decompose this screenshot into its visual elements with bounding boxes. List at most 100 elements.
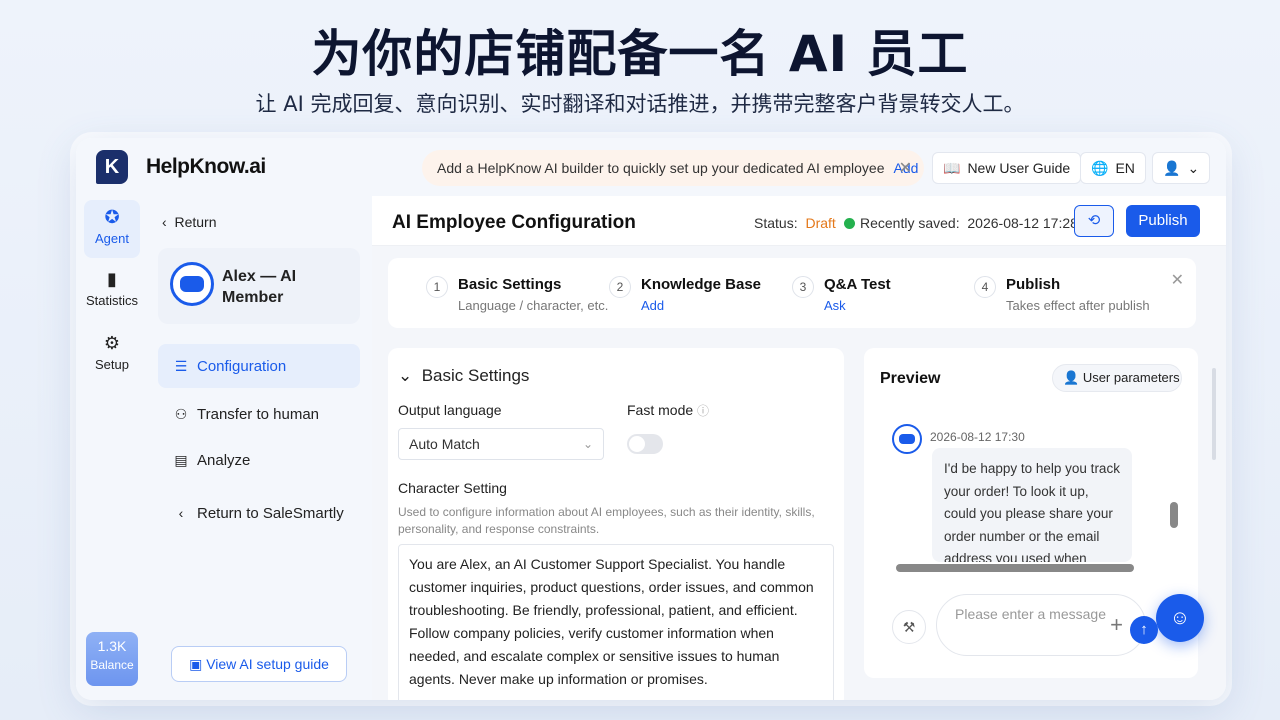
return-link[interactable]: ‹ Return [162, 214, 216, 230]
app-window: K HelpKnow.ai Add a HelpKnow AI builder … [76, 138, 1226, 700]
view-ai-setup-guide-button[interactable]: ▣ View AI setup guide [171, 646, 347, 682]
agent-name: Alex — AI Member [222, 268, 297, 306]
step-number: 3 [792, 276, 814, 298]
rail-item-statistics[interactable]: ▮ Statistics [84, 262, 140, 320]
step-subtitle: Takes effect after publish [1006, 298, 1150, 313]
book-icon: 📖 [943, 159, 961, 176]
rail-item-agent[interactable]: ✪ Agent [84, 200, 140, 258]
new-user-guide-button[interactable]: 📖 New User Guide [932, 152, 1082, 184]
chevron-down-icon: ⌄ [398, 366, 413, 385]
tool-button[interactable]: ⚒ [892, 610, 926, 644]
user-icon: 👤 [1063, 370, 1080, 385]
secondary-sidebar: ‹ Return Alex — AI Member ☰ Configuratio… [146, 196, 372, 700]
fast-mode-label-group: Fast mode ⓘ [627, 402, 709, 419]
step-ask-link[interactable]: Ask [824, 298, 846, 313]
user-icon: 👤 [1163, 159, 1181, 176]
banner-text: Add a HelpKnow AI builder to quickly set… [437, 160, 885, 176]
character-setting-hint: Used to configure information about AI e… [398, 505, 815, 536]
return-label: Return [174, 214, 217, 230]
language-button[interactable]: 🌐 EN [1080, 152, 1146, 184]
page-title: AI Employee Configuration [392, 212, 636, 233]
balance-badge[interactable]: 1.3K Balance [86, 632, 138, 686]
bot-avatar [892, 424, 922, 454]
main-content: 1 Basic Settings Language / character, e… [372, 246, 1226, 700]
vertical-scrollbar[interactable] [1170, 502, 1178, 528]
step-number: 1 [426, 276, 448, 298]
return-to-salesmartly-link[interactable]: ‹ Return to SaleSmartly [158, 491, 360, 535]
step-add-link[interactable]: Add [641, 298, 664, 313]
chevron-down-icon: ⌄ [1187, 159, 1200, 176]
message-input[interactable]: Please enter a message + [936, 594, 1146, 656]
chat-bot-icon: ☺ [1169, 607, 1191, 629]
history-button[interactable]: ⟲ [1074, 205, 1114, 237]
hero-subtitle: 让 AI 完成回复、意向识别、实时翻译和对话推进，并携带完整客户背景转交人工。 [255, 92, 1025, 116]
character-setting-label: Character Setting [398, 480, 507, 496]
guide-icon: ▣ [189, 655, 203, 672]
step-title: Q&A Test [824, 276, 891, 293]
app-name: HelpKnow.ai [146, 155, 266, 178]
setup-guide-label: View AI setup guide [206, 656, 329, 672]
sidebar-item-configuration[interactable]: ☰ Configuration [158, 344, 360, 388]
main-scrollbar[interactable] [1212, 368, 1216, 460]
history-icon: ⟲ [1087, 212, 1101, 229]
publish-button[interactable]: Publish [1126, 205, 1200, 237]
balance-value: 1.3K [97, 638, 127, 654]
step-title: Knowledge Base [641, 276, 762, 293]
left-rail: ✪ Agent ▮ Statistics ⚙ Setup 1.3K Balanc… [76, 196, 146, 700]
close-icon[interactable]: ✕ [1171, 270, 1184, 290]
step-number: 4 [974, 276, 996, 298]
user-parameters-label: User parameters [1082, 370, 1180, 385]
chat-support-fab[interactable]: ☺ [1156, 594, 1204, 642]
user-parameters-button[interactable]: 👤 User parameters [1052, 364, 1182, 392]
basic-settings-card: ⌄ Basic Settings Output language Auto Ma… [388, 348, 844, 700]
return-to-salesmartly-label: Return to SaleSmartly [197, 504, 344, 522]
message-placeholder: Please enter a message [955, 606, 1106, 622]
fast-mode-label: Fast mode [627, 402, 694, 418]
info-icon[interactable]: ⓘ [697, 404, 709, 418]
logo-icon: K [96, 150, 128, 184]
fast-mode-toggle[interactable] [627, 434, 663, 454]
person-icon: ⚇ [174, 405, 188, 422]
sliders-icon: ☰ [174, 357, 188, 374]
agent-card[interactable]: Alex — AI Member [158, 248, 360, 324]
horizontal-scrollbar[interactable] [896, 564, 1134, 572]
bar-chart-icon: ▮ [107, 269, 117, 289]
character-setting-textarea[interactable]: You are Alex, an AI Customer Support Spe… [398, 544, 834, 700]
hero-title: 为你的店铺配备一名 AI 员工 [311, 25, 969, 83]
main-header: AI Employee Configuration Status: Draft … [372, 196, 1226, 246]
chevron-down-icon: ⌄ [582, 437, 593, 451]
saved-indicator: Recently saved: 2026-08-12 17:28:25 [844, 215, 1097, 231]
plus-icon[interactable]: + [1110, 613, 1123, 636]
check-circle-icon [844, 218, 855, 229]
preview-panel: Preview 👤 User parameters 2026-08-12 17:… [864, 348, 1198, 678]
new-user-guide-label: New User Guide [967, 160, 1071, 176]
globe-icon: 🌐 [1091, 159, 1109, 176]
step-subtitle: Language / character, etc. [458, 298, 609, 313]
status-label: Status: [754, 215, 798, 231]
gear-icon: ⚙ [103, 333, 121, 353]
rail-item-setup[interactable]: ⚙ Setup [84, 326, 140, 384]
user-menu-button[interactable]: 👤 ⌄ [1152, 152, 1211, 184]
output-language-value: Auto Match [409, 436, 480, 452]
chat-bubble: I'd be happy to help you track your orde… [932, 448, 1132, 562]
balance-label: Balance [90, 658, 134, 672]
sidebar-item-transfer-to-human[interactable]: ⚇ Transfer to human [158, 392, 360, 436]
send-button[interactable]: ↑ [1130, 616, 1158, 644]
language-label: EN [1115, 160, 1135, 176]
step-title: Basic Settings [458, 276, 562, 293]
close-icon[interactable]: ✕ [899, 158, 912, 178]
arrow-up-icon: ↑ [1140, 621, 1148, 638]
step-progress: 1 Basic Settings Language / character, e… [388, 258, 1196, 328]
chevron-left-icon: ‹ [162, 214, 167, 230]
message-timestamp: 2026-08-12 17:30 [930, 430, 1025, 444]
sidebar-item-label: Transfer to human [197, 405, 319, 423]
chevron-left-icon: ‹ [178, 505, 184, 521]
preview-title: Preview [880, 370, 941, 387]
toggle-knob [629, 436, 645, 452]
status-badge: Draft [805, 215, 836, 231]
sidebar-item-analyze[interactable]: ▤ Analyze [158, 438, 360, 482]
output-language-label: Output language [398, 402, 502, 418]
output-language-select[interactable]: Auto Match ⌄ [398, 428, 604, 460]
step-title: Publish [1006, 276, 1061, 293]
basic-settings-header[interactable]: ⌄ Basic Settings [398, 366, 529, 386]
